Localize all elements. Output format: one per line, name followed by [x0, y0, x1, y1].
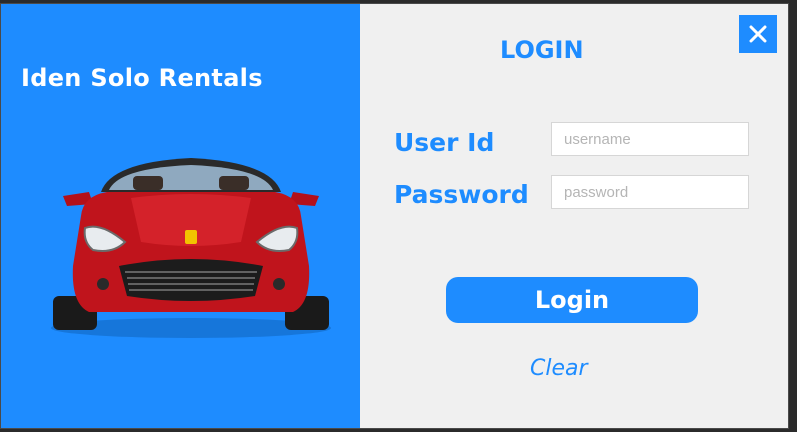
password-input[interactable]	[551, 175, 749, 209]
close-icon	[749, 25, 767, 43]
login-panel: LOGIN User Id Password Login Clear	[360, 4, 788, 428]
user-id-label: User Id	[394, 128, 495, 157]
login-heading: LOGIN	[500, 36, 584, 64]
car-image	[51, 158, 331, 338]
close-button[interactable]	[739, 15, 777, 53]
brand-panel: Iden Solo Rentals	[1, 4, 360, 428]
brand-title: Iden Solo Rentals	[21, 64, 263, 92]
username-input[interactable]	[551, 122, 749, 156]
login-window: Iden Solo Rentals LOGIN User Id username…	[0, 3, 789, 429]
password-label: Password	[394, 180, 529, 209]
login-button[interactable]: Login	[446, 277, 698, 323]
clear-link[interactable]: Clear	[530, 356, 588, 381]
